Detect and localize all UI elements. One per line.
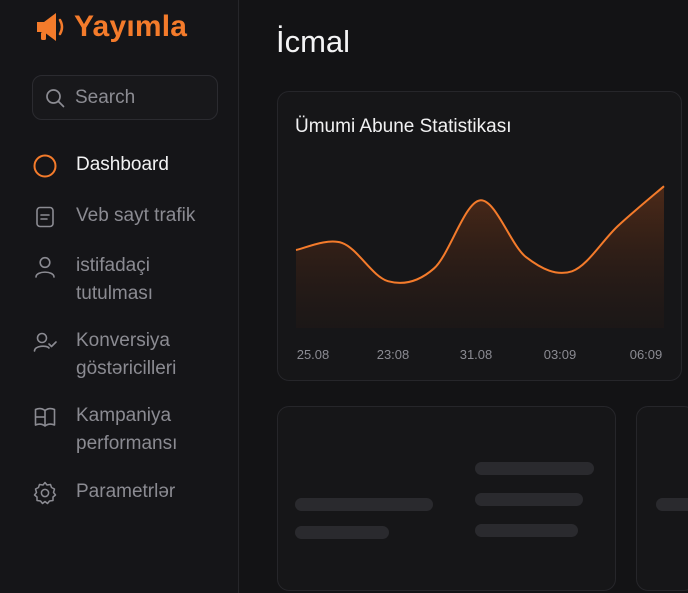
circle-icon (32, 153, 58, 179)
sidebar: Yayımla Dashboard Veb sayt trafik (0, 0, 239, 593)
brand-name: Yayımla (74, 10, 188, 43)
sidebar-item-conversion[interactable]: Konversiya göstəricilleri (32, 327, 176, 383)
skeleton-line (295, 498, 433, 511)
search-box[interactable] (32, 75, 218, 120)
sidebar-item-label: Konversiya göstəricilleri (76, 330, 177, 379)
sidebar-item-campaign[interactable]: Kampaniya performansı (32, 402, 177, 458)
brand-logo[interactable]: Yayımla (34, 8, 187, 46)
skeleton-line (475, 524, 578, 537)
sidebar-item-label: Veb sayt trafik (76, 205, 196, 226)
sidebar-item-label: Dashboard (76, 154, 169, 175)
user-check-icon (32, 329, 58, 355)
sidebar-item-label: istifadaçi tutulması (76, 255, 154, 304)
gear-icon (32, 480, 58, 506)
document-icon (32, 204, 58, 230)
megaphone-icon (37, 13, 64, 41)
x-tick-label: 25.08 (297, 347, 330, 362)
search-input[interactable] (75, 86, 205, 109)
sidebar-item-dashboard[interactable]: Dashboard (32, 151, 169, 179)
sidebar-item-settings[interactable]: Parametrlər (32, 478, 175, 506)
sidebar-item-web-traffic[interactable]: Veb sayt trafik (32, 202, 195, 230)
sidebar-item-user-retention[interactable]: istifadaçi tutulması (32, 252, 153, 308)
x-tick-label: 23:08 (377, 347, 410, 362)
sidebar-item-label: Kampaniya performansı (76, 405, 178, 454)
skeleton-line (475, 493, 583, 506)
placeholder-card (277, 406, 616, 591)
skeleton-line (475, 462, 594, 475)
page-title: İcmal (276, 24, 351, 59)
skeleton-line (656, 498, 688, 511)
skeleton-line (295, 526, 389, 539)
x-tick-label: 31.08 (460, 347, 493, 362)
area-chart: 25.08 23:08 31.08 03:09 06:09 (295, 185, 665, 362)
chart-area-fill (296, 186, 664, 328)
sidebar-item-label: Parametrlər (76, 481, 176, 502)
user-icon (32, 254, 58, 280)
x-tick-label: 06:09 (630, 347, 663, 362)
placeholder-card (636, 406, 688, 591)
main-content: İcmal Ümumi Abune Statistikası 25.08 23:0… (240, 0, 688, 593)
book-icon (32, 404, 58, 430)
x-tick-label: 03:09 (544, 347, 577, 362)
subscription-chart-card: Ümumi Abune Statistikası 25.08 23:08 31.08… (277, 91, 682, 381)
search-icon (46, 88, 65, 107)
